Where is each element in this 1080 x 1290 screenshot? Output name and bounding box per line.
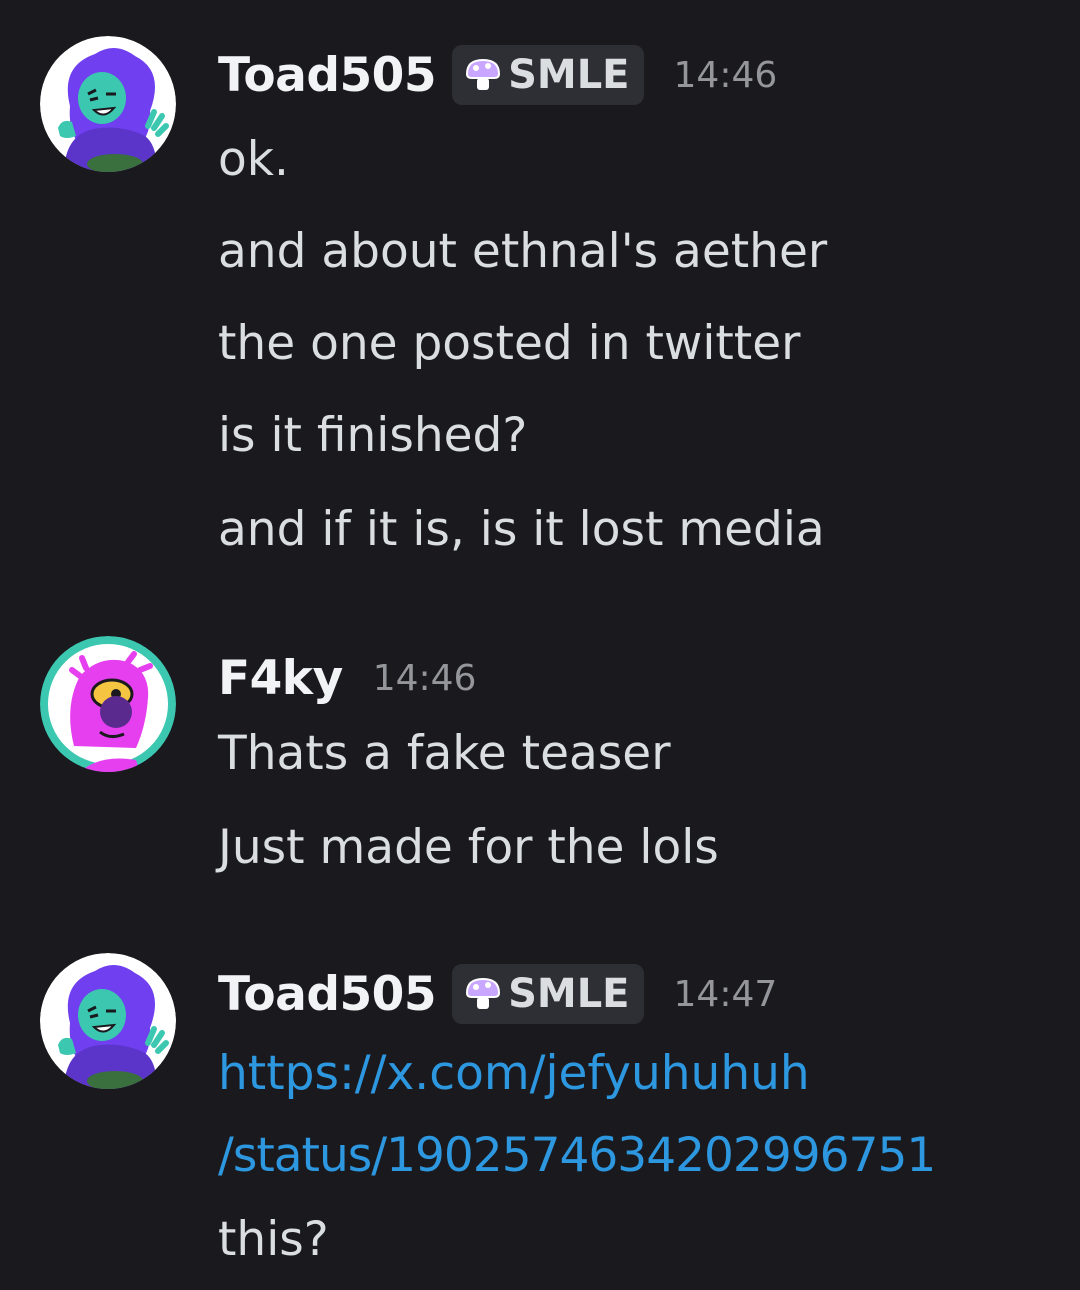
guild-tag-label: SMLE <box>508 52 630 98</box>
message-link[interactable]: https://x.com/jefyuhuhuh <box>218 1044 810 1104</box>
avatar[interactable] <box>40 636 176 772</box>
guild-tag-badge[interactable]: SMLE <box>452 964 644 1024</box>
avatar[interactable] <box>40 36 176 172</box>
message-text: ok. <box>218 132 289 187</box>
guild-tag-badge[interactable]: SMLE <box>452 45 644 105</box>
pink-character-avatar-icon <box>40 636 176 772</box>
message-text: and if it is, is it lost media <box>218 502 825 557</box>
message-text: this? <box>218 1212 329 1267</box>
message-header: F4ky 14:46 <box>218 646 476 710</box>
message-text: Just made for the lols <box>218 820 719 875</box>
timestamp: 14:46 <box>673 54 778 96</box>
timestamp: 14:46 <box>372 657 477 699</box>
username[interactable]: F4ky <box>218 651 343 706</box>
purple-haired-character-avatar-icon <box>40 953 176 1089</box>
mushroom-icon <box>464 975 502 1013</box>
purple-haired-character-avatar-icon <box>40 36 176 172</box>
username[interactable]: Toad505 <box>218 48 437 103</box>
timestamp: 14:47 <box>673 973 778 1015</box>
message-text: Thats a fake teaser <box>218 726 671 781</box>
username[interactable]: Toad505 <box>218 967 437 1022</box>
mushroom-icon <box>464 56 502 94</box>
avatar[interactable] <box>40 953 176 1089</box>
message-header: Toad505 SMLE 14:47 <box>218 962 777 1026</box>
message-text: the one posted in twitter <box>218 316 801 371</box>
guild-tag-label: SMLE <box>508 971 630 1017</box>
message-link[interactable]: /status/1902574634202996751 <box>218 1126 936 1186</box>
message-text: is it finished? <box>218 408 528 463</box>
message-text: and about ethnal's aether <box>218 224 828 279</box>
message-header: Toad505 SMLE 14:46 <box>218 43 777 107</box>
